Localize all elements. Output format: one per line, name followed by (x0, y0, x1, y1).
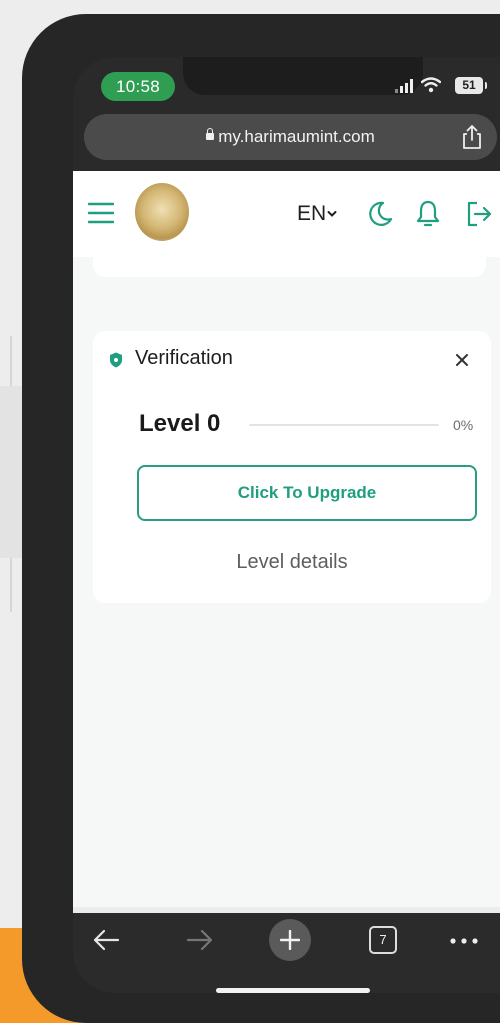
upgrade-button[interactable]: Click To Upgrade (137, 465, 477, 521)
menu-icon[interactable] (88, 202, 114, 224)
url-bar[interactable]: my.harimaumint.com (84, 114, 497, 160)
previous-card-bottom (93, 257, 486, 277)
level-details-link[interactable]: Level details (93, 551, 491, 574)
url-text: my.harimaumint.com (218, 127, 375, 146)
share-icon[interactable] (461, 124, 483, 150)
phone-frame: 10:58 51 my.harimaumint.com EN Verificat… (22, 14, 500, 1023)
url-display[interactable]: my.harimaumint.com (84, 114, 497, 160)
language-label: EN (297, 202, 327, 225)
language-selector[interactable]: EN (297, 199, 337, 229)
back-arrow-icon[interactable] (91, 927, 121, 953)
status-time: 10:58 (101, 72, 175, 101)
level-label: Level 0 (139, 410, 221, 437)
lock-icon (206, 128, 215, 141)
browser-toolbar: 7 (73, 913, 500, 993)
chevron-down-icon (327, 211, 337, 218)
card-title: Verification (135, 347, 233, 369)
moon-icon[interactable] (366, 200, 394, 228)
signal-icon (395, 79, 413, 93)
level-progress-bar (249, 424, 439, 426)
new-tab-button[interactable] (269, 919, 311, 961)
logo[interactable] (135, 183, 189, 241)
web-page: EN Verification Level 0 0% Click To Upgr… (73, 171, 500, 913)
dynamic-island (183, 57, 423, 95)
home-indicator[interactable] (216, 988, 370, 993)
forward-arrow-icon[interactable] (185, 927, 215, 953)
shield-icon (110, 352, 122, 368)
close-icon[interactable] (455, 353, 469, 367)
phone-screen: 10:58 51 my.harimaumint.com EN Verificat… (73, 57, 500, 993)
logout-icon[interactable] (465, 200, 493, 228)
more-icon[interactable] (449, 937, 479, 945)
wifi-icon (421, 77, 441, 93)
plus-icon (280, 930, 300, 950)
tabs-icon[interactable]: 7 (369, 926, 397, 954)
verification-card: Verification Level 0 0% Click To Upgrade… (93, 331, 491, 603)
battery-icon: 51 (455, 77, 487, 94)
app-header: EN (73, 171, 500, 257)
progress-percent: 0% (453, 417, 474, 433)
bell-icon[interactable] (415, 199, 441, 229)
